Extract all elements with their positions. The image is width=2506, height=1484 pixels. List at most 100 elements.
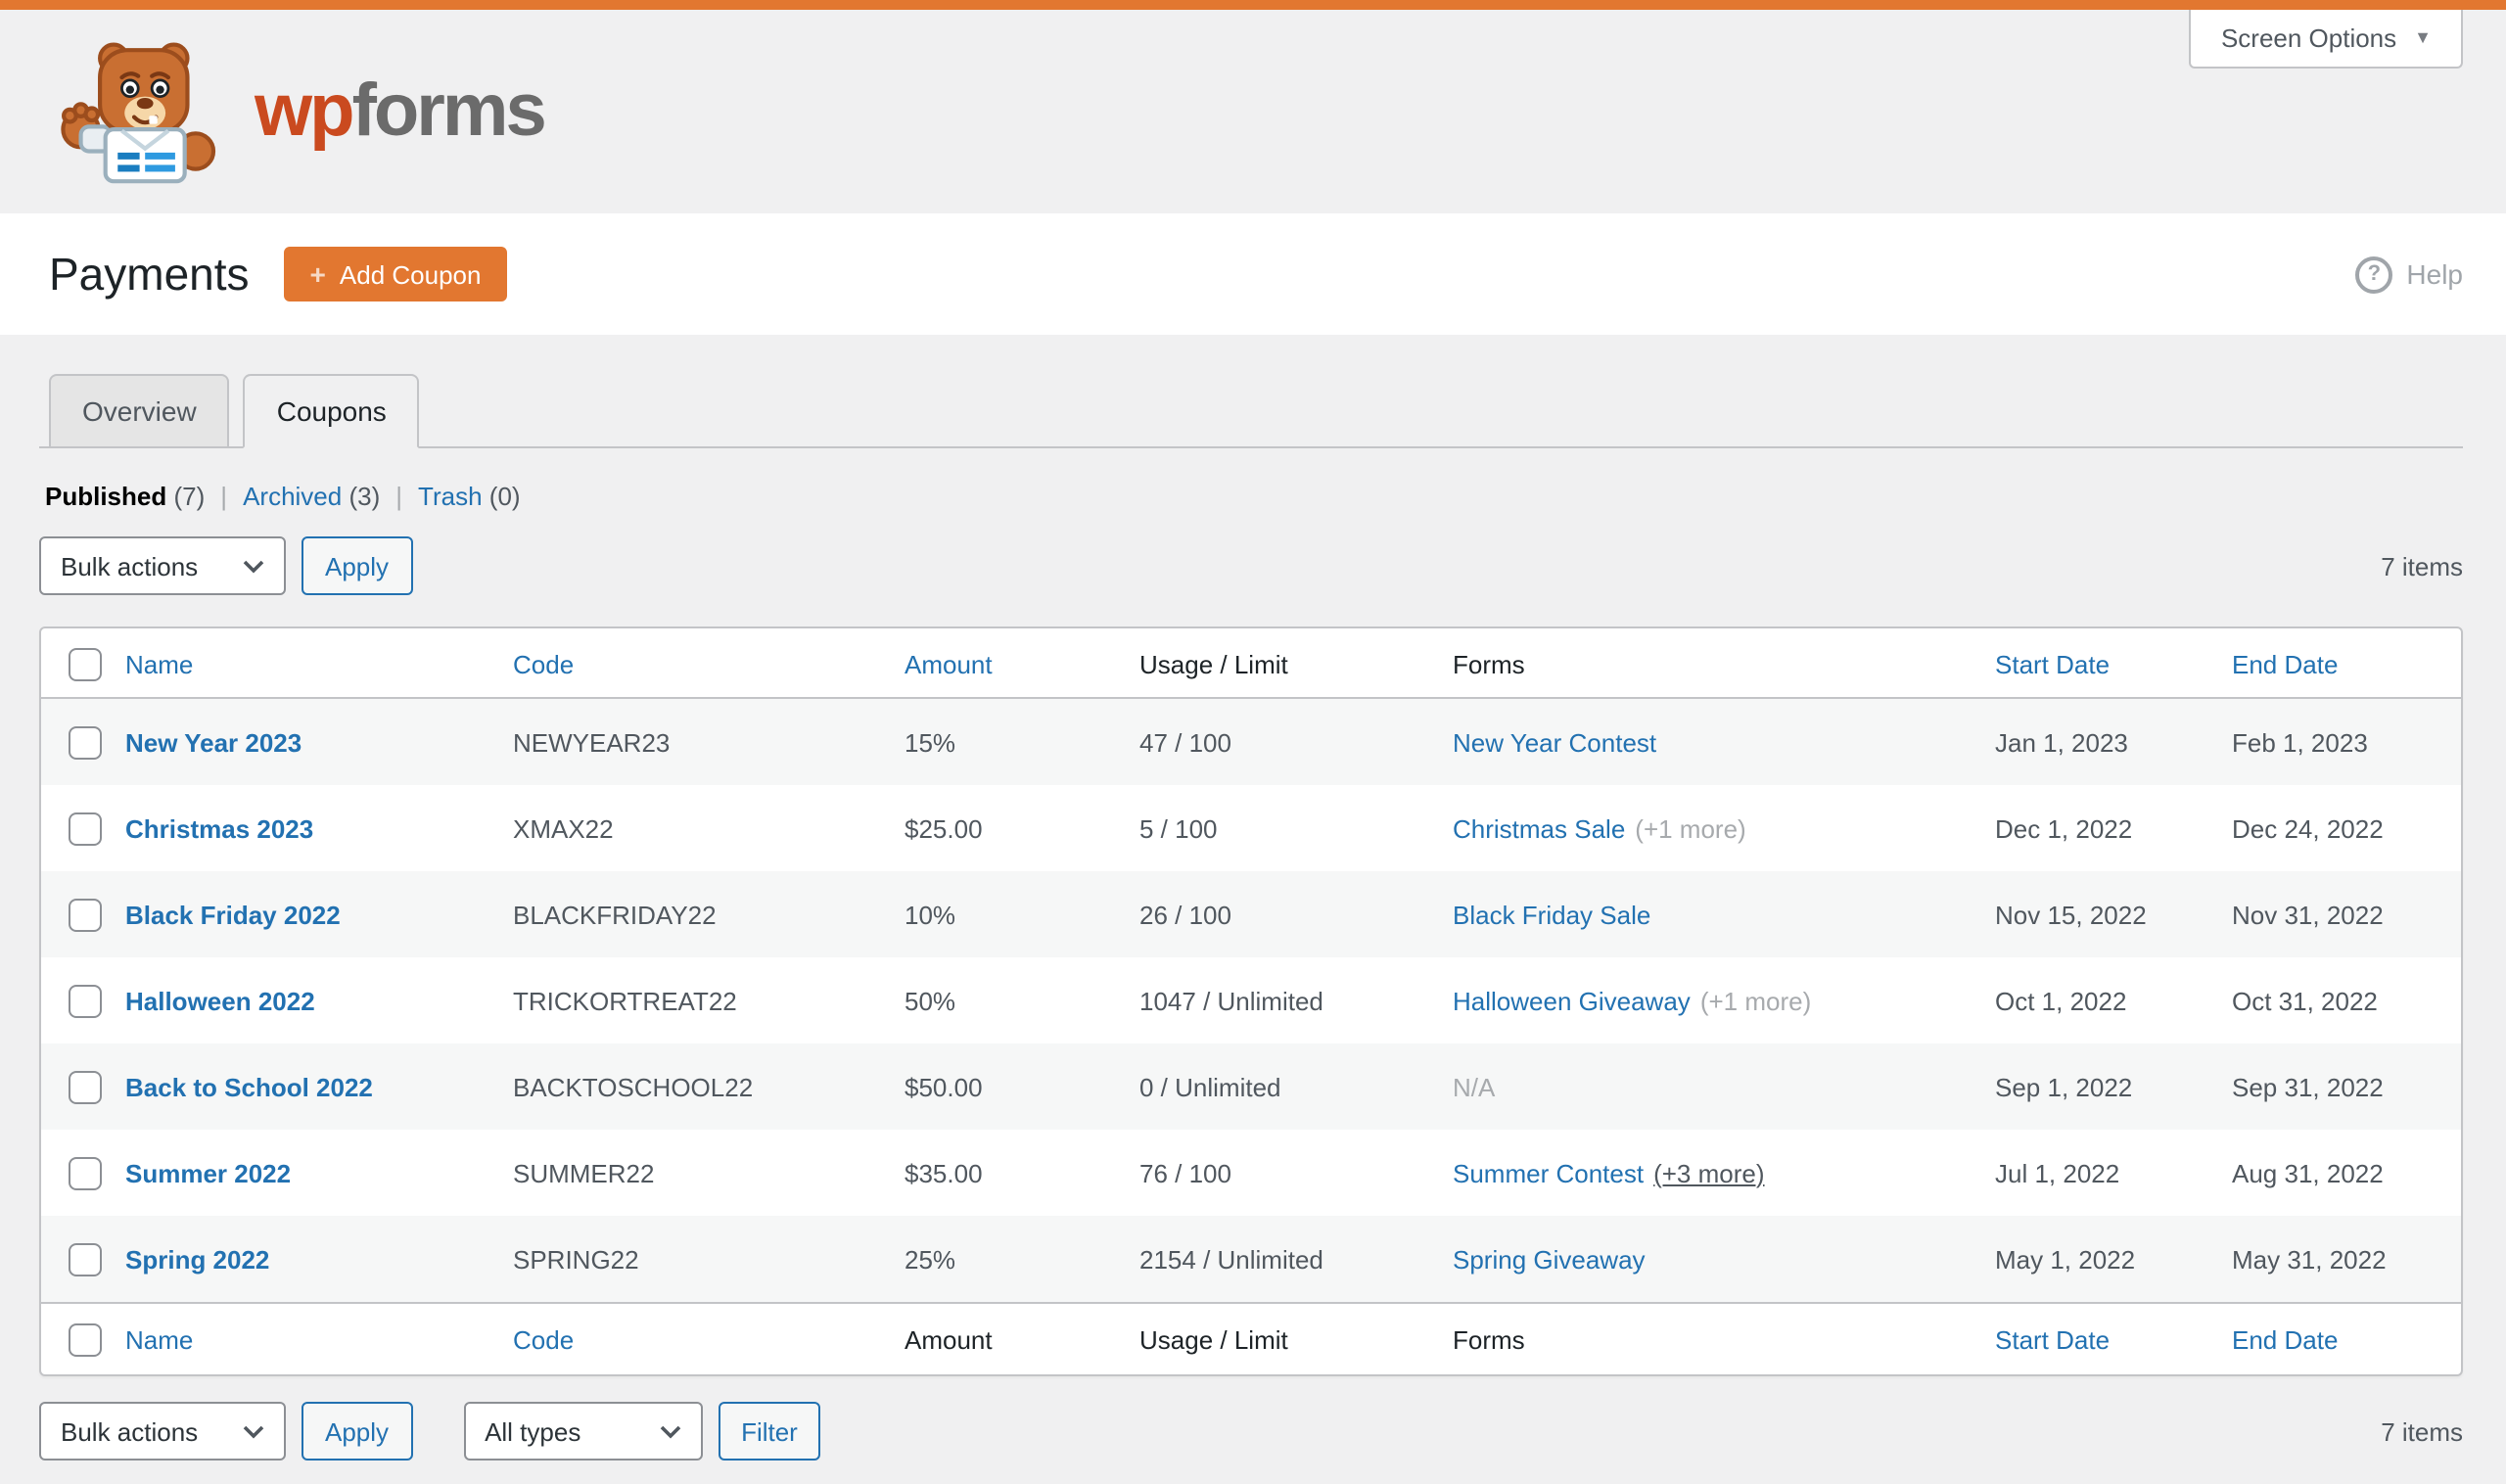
coupon-code: BACKTOSCHOOL22 [513, 1072, 754, 1102]
coupon-amount: 50% [905, 986, 956, 1016]
brand-top-bar [0, 0, 2506, 10]
form-link[interactable]: Black Friday Sale [1453, 900, 1650, 929]
wordmark-wp: wp [255, 70, 355, 153]
table-row: Black Friday 2022 BLACKFRIDAY22 10% 26 / 10… [41, 871, 2461, 958]
form-link[interactable]: Summer Contest [1453, 1158, 1644, 1187]
coupon-amount: 15% [905, 727, 956, 758]
coupon-end-date: Dec 24, 2022 [2232, 813, 2384, 844]
form-na-text: N/A [1453, 1072, 1496, 1102]
column-footer-code[interactable]: Code [513, 1324, 905, 1354]
column-footer-forms: Forms [1453, 1324, 1525, 1355]
select-all-checkbox[interactable] [69, 1322, 102, 1357]
coupon-start-date: Dec 1, 2022 [1995, 813, 2133, 844]
add-coupon-button[interactable]: + Add Coupon [284, 247, 507, 301]
row-checkbox[interactable] [69, 898, 102, 932]
coupon-start-date: May 1, 2022 [1995, 1244, 2136, 1275]
apply-button-bottom[interactable]: Apply [302, 1402, 413, 1461]
column-header-name[interactable]: Name [125, 649, 513, 678]
column-header-forms: Forms [1453, 649, 1525, 679]
table-header-row: Name Code Amount Usage / Limit Forms Start Da… [41, 628, 2461, 699]
screen-options-button[interactable]: Screen Options ▼ [2189, 10, 2463, 69]
tab-overview[interactable]: Overview [49, 374, 230, 449]
filter-separator: | [395, 482, 403, 512]
coupon-end-date: May 31, 2022 [2232, 1244, 2387, 1275]
row-checkbox[interactable] [69, 725, 102, 760]
coupon-usage: 2154 / Unlimited [1139, 1244, 1323, 1275]
screen-options-label: Screen Options [2220, 23, 2397, 53]
coupon-name-link[interactable]: Christmas 2023 [125, 813, 313, 843]
column-footer-name[interactable]: Name [125, 1324, 513, 1354]
column-footer-end-date[interactable]: End Date [2232, 1324, 2461, 1354]
coupon-code: XMAX22 [513, 813, 614, 844]
coupon-name-link[interactable]: Black Friday 2022 [125, 900, 341, 929]
column-footer-start-date[interactable]: Start Date [1995, 1324, 2232, 1354]
coupon-start-date: Sep 1, 2022 [1995, 1072, 2133, 1102]
coupon-usage: 5 / 100 [1139, 813, 1218, 844]
coupons-table: Name Code Amount Usage / Limit Forms Start Da… [39, 626, 2463, 1377]
wordmark-forms: forms [351, 70, 547, 153]
type-filter-select[interactable]: All types [463, 1402, 703, 1461]
coupon-usage: 47 / 100 [1139, 727, 1231, 758]
apply-button[interactable]: Apply [302, 536, 413, 596]
help-label: Help [2406, 258, 2463, 290]
tab-coupons[interactable]: Coupons [243, 374, 420, 449]
page-header: Payments + Add Coupon ? Help [0, 213, 2506, 335]
form-link[interactable]: Spring Giveaway [1453, 1244, 1646, 1274]
coupon-amount: 25% [905, 1244, 956, 1275]
row-checkbox[interactable] [69, 1070, 102, 1104]
coupon-code: TRICKORTREAT22 [513, 986, 737, 1016]
add-coupon-label: Add Coupon [339, 259, 482, 289]
table-footer-row: Name Code Amount Usage / Limit Forms Start Da… [41, 1302, 2461, 1374]
row-checkbox[interactable] [69, 812, 102, 846]
bulk-actions-select-bottom[interactable]: Bulk actions [39, 1402, 286, 1461]
status-filter-list: Published (7) | Archived (3) | Trash (0) [45, 482, 2463, 511]
page-title: Payments [49, 248, 250, 299]
coupon-end-date: Aug 31, 2022 [2232, 1158, 2384, 1188]
filter-trash[interactable]: Trash (0) [418, 482, 521, 511]
coupon-amount: 10% [905, 900, 956, 930]
form-link[interactable]: Christmas Sale [1453, 813, 1625, 843]
wpforms-wordmark: wpforms [255, 74, 547, 149]
form-more-note[interactable]: (+3 more) [1653, 1158, 1764, 1187]
column-header-code[interactable]: Code [513, 649, 905, 678]
coupon-name-link[interactable]: Spring 2022 [125, 1244, 269, 1274]
coupon-name-link[interactable]: New Year 2023 [125, 727, 302, 757]
chevron-down-icon [243, 1425, 264, 1438]
row-checkbox[interactable] [69, 1242, 102, 1276]
coupon-name-link[interactable]: Summer 2022 [125, 1158, 291, 1187]
select-all-checkbox[interactable] [69, 647, 102, 681]
form-link[interactable]: New Year Contest [1453, 727, 1656, 757]
coupon-name-link[interactable]: Halloween 2022 [125, 986, 315, 1015]
bottom-toolbar: Bulk actions Apply All types Filter 7 it… [39, 1402, 2463, 1461]
column-header-amount[interactable]: Amount [905, 649, 1139, 678]
help-button[interactable]: ? Help [2355, 255, 2463, 293]
coupon-end-date: Feb 1, 2023 [2232, 727, 2368, 758]
coupon-amount: $50.00 [905, 1072, 983, 1102]
bulk-actions-select[interactable]: Bulk actions [39, 536, 286, 596]
logo-band: wpforms [0, 10, 2506, 213]
row-checkbox[interactable] [69, 984, 102, 1018]
wpforms-payments-page: Screen Options ▼ wpforms Payments + Add … [0, 0, 2506, 1484]
plus-icon: + [309, 258, 326, 290]
coupon-code: SUMMER22 [513, 1158, 655, 1188]
table-row: New Year 2023 NEWYEAR23 15% 47 / 100 New Yea… [41, 699, 2461, 786]
form-link[interactable]: Halloween Giveaway [1453, 986, 1691, 1015]
column-header-start-date[interactable]: Start Date [1995, 649, 2232, 678]
coupon-name-link[interactable]: Back to School 2022 [125, 1072, 373, 1101]
form-more-note: (+1 more) [1635, 813, 1746, 844]
filter-published[interactable]: Published (7) [45, 482, 205, 511]
items-count-bottom: 7 items [2381, 1416, 2463, 1447]
table-row: Back to School 2022 BACKTOSCHOOL22 $50.00 0… [41, 1043, 2461, 1131]
column-header-end-date[interactable]: End Date [2232, 649, 2461, 678]
wpforms-bear-logo [61, 42, 216, 184]
row-checkbox[interactable] [69, 1156, 102, 1190]
coupon-amount: $25.00 [905, 813, 983, 844]
top-toolbar: Bulk actions Apply 7 items [39, 536, 2463, 596]
table-row: Christmas 2023 XMAX22 $25.00 5 / 100 Christm… [41, 785, 2461, 871]
coupon-code: BLACKFRIDAY22 [513, 900, 717, 930]
coupon-end-date: Sep 31, 2022 [2232, 1072, 2384, 1102]
table-row: Summer 2022 SUMMER22 $35.00 76 / 100 Summer … [41, 1130, 2461, 1216]
content-area: Overview Coupons Published (7) | Archive… [0, 374, 2506, 1461]
filter-archived[interactable]: Archived (3) [243, 482, 380, 511]
filter-button[interactable]: Filter [718, 1402, 821, 1461]
